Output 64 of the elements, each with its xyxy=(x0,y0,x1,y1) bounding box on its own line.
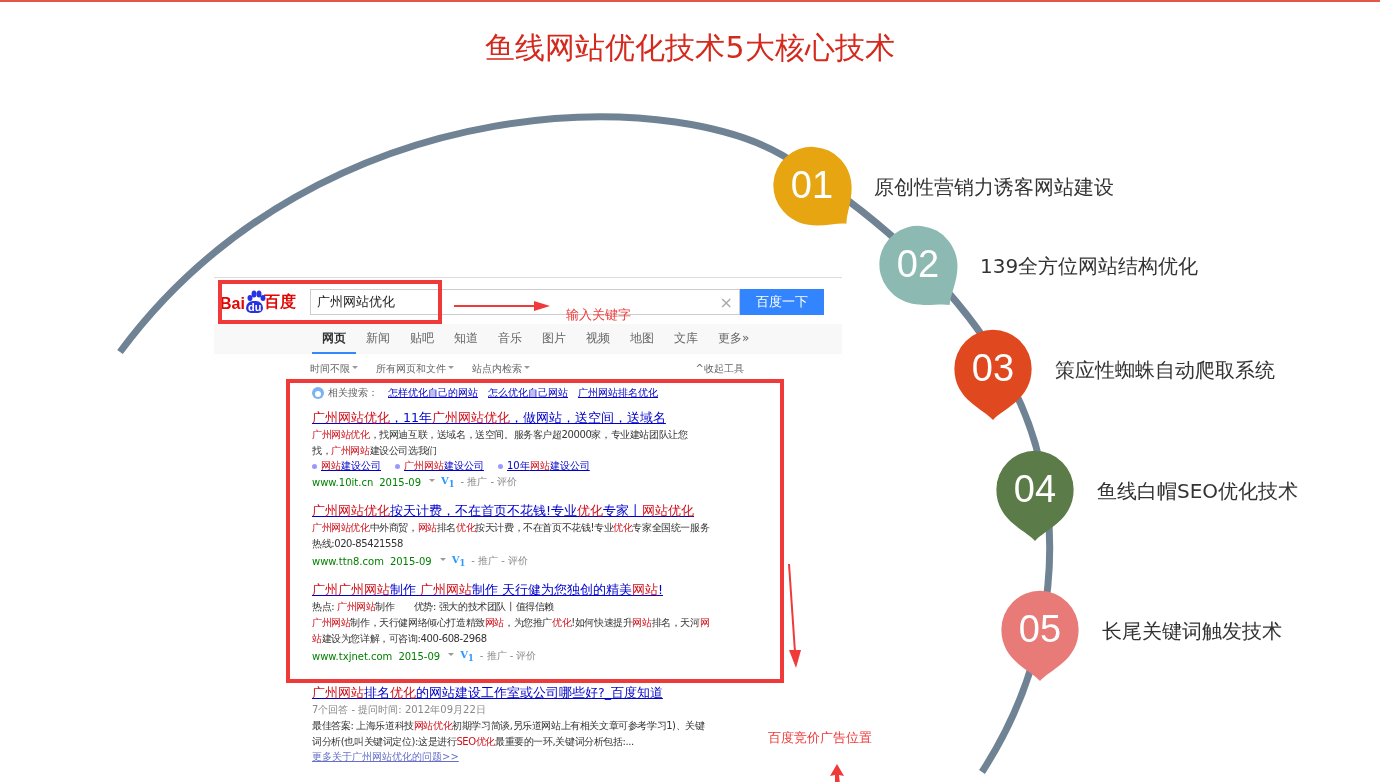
related-icon xyxy=(312,387,324,399)
result-snippet: 广州网站优化，找网迪互联，送域名，送空间。服务客户超20000家，专业建站团队让您 xyxy=(312,428,688,442)
result-snippet: 最佳答案: 上海乐道科技网站优化初期学习简谈,另乐道网站上有相关文章可参考学习1)、关键 xyxy=(312,719,705,733)
result-snippet: 广州网站制作，天行健网络倾心打造精致网站，为您推广优化!如何快速提升网站排名，天河网 xyxy=(312,616,710,630)
result-url: www.txjnet.com xyxy=(312,650,393,662)
arrow-icon xyxy=(453,301,550,311)
search-tab[interactable]: 视频 xyxy=(576,324,620,354)
page-title: 鱼线网站优化技术5大核心技术 xyxy=(484,29,896,67)
paw-icon xyxy=(247,290,266,301)
search-tab[interactable]: 更多» xyxy=(708,324,760,354)
related-label: 相关搜索： xyxy=(328,386,378,400)
step-number: 02 xyxy=(895,241,941,287)
sitelink[interactable]: 10年网站建设公司 xyxy=(498,459,590,473)
step-number: 05 xyxy=(1017,606,1063,652)
step-label: 139全方位网站结构优化 xyxy=(980,252,1199,280)
search-tab[interactable]: 图片 xyxy=(532,324,576,354)
result-meta: - 推广 - 评价 xyxy=(479,649,537,663)
step-label: 长尾关键词触发技术 xyxy=(1102,617,1282,645)
step-label: 鱼线白帽SEO优化技术 xyxy=(1097,477,1299,505)
step-number: 04 xyxy=(1012,466,1058,512)
step-number: 03 xyxy=(970,345,1016,391)
result-snippet: 找，广州网站建设公司选我们 xyxy=(312,444,437,458)
related-link[interactable]: 怎么优化自己网站 xyxy=(488,386,568,400)
search-tab[interactable]: 地图 xyxy=(620,324,664,354)
filter-dropdown[interactable]: 站点内检索 xyxy=(472,362,530,376)
result-date: 2015-09 xyxy=(398,650,441,662)
search-button[interactable]: 百度一下 xyxy=(740,289,824,315)
result-meta: - 推广 - 评价 xyxy=(460,475,518,489)
search-tab[interactable]: 网页 xyxy=(312,324,356,354)
rank-label: V$_{1}$ xyxy=(451,554,466,568)
related-link[interactable]: 广州网站排名优化 xyxy=(578,386,658,400)
search-tab[interactable]: 音乐 xyxy=(488,324,532,354)
step-number: 01 xyxy=(789,162,835,208)
rank-label: V$_{1}$ xyxy=(460,649,474,663)
more-link[interactable]: 更多关于广州网站优化的问题>> xyxy=(312,750,459,764)
result-snippet: 广州网站优化中外商贸，网站排名优化按天计费，不在首页不花钱!专业优化专家全国统一服务 xyxy=(312,521,710,535)
arrow-icon xyxy=(788,563,801,668)
result-title[interactable]: 广州网站优化按天计费，不在首页不花钱!专业优化专家丨 网站优化 xyxy=(312,503,694,520)
step-label: 原创性营销力诱客网站建设 xyxy=(874,173,1114,201)
annotation-text: 百度竞价广告位置 xyxy=(768,729,872,747)
result-snippet: 词分析(也叫关键词定位):这是进行SEO优化最重要的一环,关键词分析包括:... xyxy=(312,735,634,749)
result-title[interactable]: 广州网站优化，11年广州网站优化，做网站，送空间，送域名 xyxy=(312,410,666,427)
search-tab[interactable]: 文库 xyxy=(664,324,708,354)
rank-label: V$_{1}$ xyxy=(441,475,455,489)
result-snippet: 站建设为您详解，可咨询:400-608-2968 xyxy=(312,632,487,646)
collapse-link[interactable]: ^收起工具 xyxy=(695,362,744,376)
sitelink[interactable]: 广州网站建设公司 xyxy=(395,459,484,473)
result-snippet: 热点: 广州网站制作 优势: 强大的技术团队丨值得信赖 xyxy=(312,600,554,614)
arrow-icon xyxy=(830,764,844,782)
sitelink[interactable]: 网站建设公司 xyxy=(312,459,381,473)
related-link[interactable]: 怎样优化自己的网站 xyxy=(388,386,478,400)
step-label: 策应性蜘蛛自动爬取系统 xyxy=(1055,356,1275,384)
result-date: 2015-09 xyxy=(389,555,432,567)
result-url: www.10it.cn xyxy=(312,476,374,488)
result-snippet: 热线:020-85421558 xyxy=(312,537,403,551)
search-tab[interactable]: 贴吧 xyxy=(400,324,444,354)
result-meta: 7个回答 - 提问时间: 2012年09月22日 xyxy=(312,703,487,717)
filter-dropdown[interactable]: 所有网页和文件 xyxy=(376,362,454,376)
result-url: www.ttn8.com xyxy=(312,555,384,567)
result-meta: - 推广 - 评价 xyxy=(471,554,528,568)
filter-dropdown[interactable]: 时间不限 xyxy=(310,362,358,376)
result-date: 2015-09 xyxy=(379,476,422,488)
search-tab[interactable]: 知道 xyxy=(444,324,488,354)
search-tab[interactable]: 新闻 xyxy=(356,324,400,354)
